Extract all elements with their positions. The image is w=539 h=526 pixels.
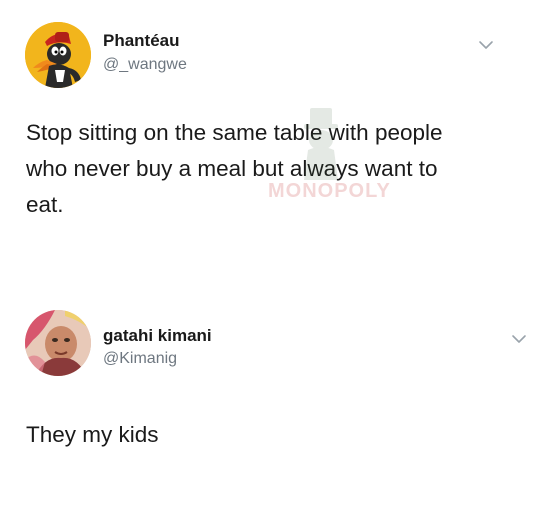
watermark: MONOPOLY	[268, 108, 418, 208]
cartoon-duck-avatar-icon	[25, 22, 91, 88]
display-name[interactable]: gatahi kimani	[103, 326, 212, 346]
chevron-down-icon[interactable]	[478, 40, 494, 50]
avatar[interactable]	[25, 310, 91, 376]
avatar[interactable]	[25, 22, 91, 88]
monopoly-man-watermark-icon	[304, 108, 338, 180]
user-handle[interactable]: @_wangwe	[103, 56, 187, 74]
tweet-gatahi-kimani: gatahi kimani @Kimanig They my kids	[0, 290, 539, 526]
tweet-text-line: They my kids	[26, 422, 159, 447]
display-name[interactable]: Phantéau	[103, 31, 180, 51]
chevron-down-icon[interactable]	[511, 334, 527, 344]
tweet-text: They my kids	[26, 417, 526, 453]
tweet-phanteau: Phantéau @_wangwe Stop sitting on the sa…	[0, 0, 539, 260]
watermark-label: MONOPOLY	[268, 180, 391, 202]
user-handle[interactable]: @Kimanig	[103, 350, 177, 368]
profile-photo-avatar-icon	[25, 310, 91, 376]
